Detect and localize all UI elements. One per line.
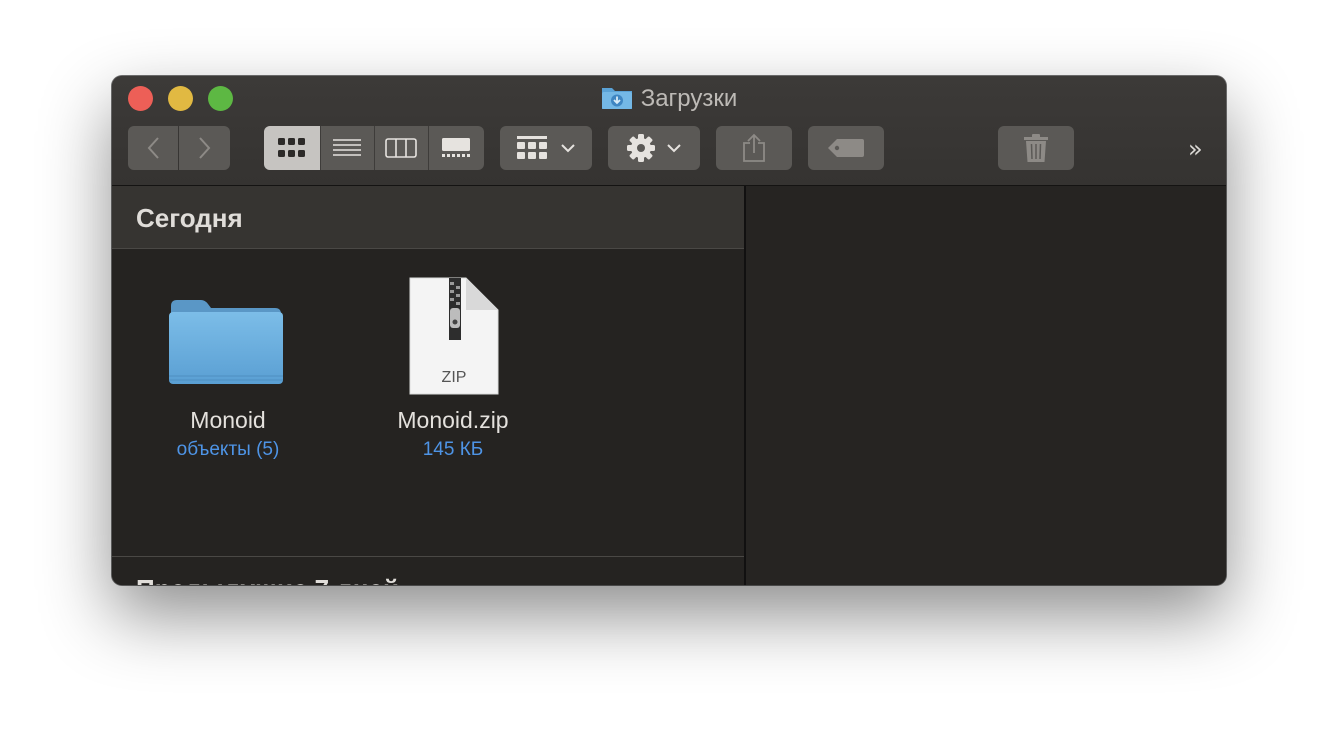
group-by-icon <box>517 136 547 159</box>
downloads-folder-icon <box>601 88 632 109</box>
action-button[interactable] <box>608 126 700 170</box>
titlebar: Загрузки » <box>112 76 1226 186</box>
share-icon <box>743 133 765 162</box>
section-title: Сегодня <box>136 203 243 233</box>
chevron-down-icon <box>561 144 575 153</box>
list-view-icon <box>333 139 362 156</box>
back-button[interactable] <box>128 126 178 170</box>
section-header-today: Сегодня <box>112 186 744 249</box>
icon-view-button[interactable] <box>264 126 322 170</box>
icon-view-icon <box>278 138 306 157</box>
zip-file-icon: ZIP <box>409 277 499 395</box>
file-item-zip[interactable]: ZIP Monoid.zip 145 КБ <box>353 277 553 462</box>
toolbar-overflow-button[interactable]: » <box>1188 135 1203 163</box>
tag-button[interactable] <box>808 126 884 170</box>
gear-icon <box>627 134 655 162</box>
group-by-button[interactable] <box>500 126 592 170</box>
trash-icon <box>1024 134 1048 162</box>
column-view-icon <box>385 138 417 158</box>
list-view-button[interactable] <box>321 126 375 170</box>
icon-container <box>128 278 328 406</box>
section-separator <box>112 556 744 557</box>
chevron-down-icon <box>667 144 681 153</box>
window-title: Загрузки <box>640 85 738 112</box>
chevron-right-icon <box>198 137 210 159</box>
file-item-folder[interactable]: Monoid объекты (5) <box>128 278 328 462</box>
gallery-view-icon <box>442 138 471 157</box>
window-title-wrap: Загрузки <box>112 84 1226 114</box>
chevron-left-icon <box>147 137 159 159</box>
view-mode-control[interactable] <box>264 126 484 170</box>
folder-icon <box>169 300 283 384</box>
share-button[interactable] <box>716 126 792 170</box>
finder-window: Загрузки » Сегодня Monoid объекты (5) ZI… <box>112 76 1226 585</box>
preview-pane <box>746 186 1226 585</box>
forward-button[interactable] <box>179 126 230 170</box>
zip-badge-text: ZIP <box>442 369 467 386</box>
icon-container: ZIP <box>353 277 553 406</box>
file-detail: объекты (5) <box>176 439 280 460</box>
file-detail: 145 КБ <box>422 439 484 460</box>
column-view-button[interactable] <box>375 126 429 170</box>
file-browser-pane: Сегодня Monoid объекты (5) ZIP Monoid.zi… <box>112 186 744 585</box>
trash-button[interactable] <box>998 126 1074 170</box>
file-name: Monoid <box>190 407 266 433</box>
gallery-view-button[interactable] <box>429 126 484 170</box>
section-title-previous-7-days: Предыдущие 7 дней <box>136 574 399 585</box>
file-name: Monoid.zip <box>397 407 509 433</box>
tag-icon <box>828 139 864 157</box>
